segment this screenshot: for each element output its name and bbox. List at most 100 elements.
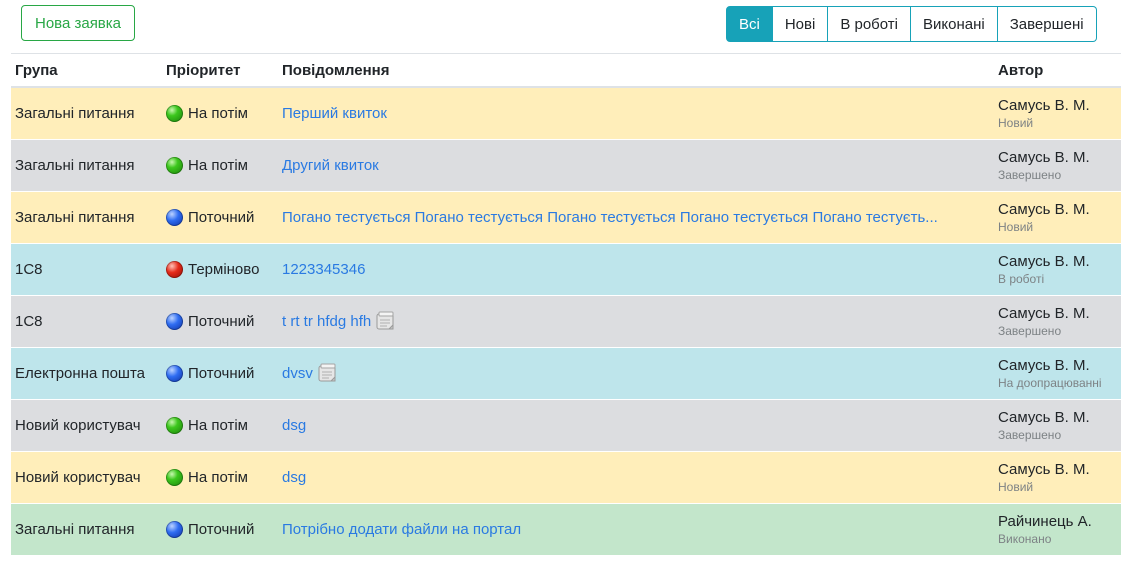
column-header-priority[interactable]: Пріоритет [162, 54, 278, 88]
filter-done-button[interactable]: Виконані [911, 6, 998, 42]
green-ball-icon [166, 416, 183, 434]
column-header-message[interactable]: Повідомлення [278, 54, 994, 88]
priority-cell: Поточний [162, 346, 278, 399]
blue-ball-icon [166, 520, 183, 538]
status-label: Новий [998, 115, 1034, 130]
status-label: В роботі [998, 271, 1045, 286]
column-header-author[interactable]: Автор [994, 54, 1121, 88]
priority-label: Поточний [188, 364, 255, 382]
status-label: Завершено [998, 427, 1062, 442]
author-cell: Самусь В. М. Завершено [994, 138, 1121, 191]
message-cell: dsg [278, 450, 994, 503]
priority-label: Поточний [188, 312, 255, 330]
message-cell: Погано тестується Погано тестується Пога… [278, 190, 994, 243]
author-cell: Самусь В. М. Новий [994, 450, 1121, 503]
message-link[interactable]: t rt tr hfdg hfh [282, 313, 371, 330]
table-row[interactable]: Новий користувач На потім dsg Самусь В. … [11, 450, 1121, 503]
status-label: Завершено [998, 323, 1062, 338]
author-name: Самусь В. М. [998, 304, 1090, 322]
filter-in-progress-button[interactable]: В роботі [828, 6, 911, 42]
table-body: Загальні питання На потім Перший квиток … [11, 86, 1121, 555]
priority-label: На потім [188, 104, 248, 122]
message-link[interactable]: Перший квиток [282, 105, 387, 122]
message-link[interactable]: Потрібно додати файли на портал [282, 521, 521, 538]
green-ball-icon [166, 156, 183, 174]
column-header-group[interactable]: Група [11, 54, 162, 88]
status-label: Новий [998, 479, 1034, 494]
filter-all-button[interactable]: Всі [726, 6, 773, 42]
group-cell: Загальні питання [11, 138, 162, 191]
author-name: Самусь В. М. [998, 200, 1090, 218]
author-cell: Райчинець А. Виконано [994, 502, 1121, 555]
filter-closed-button[interactable]: Завершені [997, 6, 1097, 42]
message-link[interactable]: dsg [282, 469, 306, 486]
message-cell: dsg [278, 398, 994, 451]
author-name: Самусь В. М. [998, 148, 1090, 166]
tickets-table: Група Пріоритет Повідомлення Автор Загал… [11, 54, 1121, 555]
author-name: Самусь В. М. [998, 408, 1090, 426]
table-row[interactable]: Загальні питання На потім Другий квиток … [11, 138, 1121, 191]
message-link[interactable]: dvsv [282, 365, 313, 382]
priority-label: На потім [188, 468, 248, 486]
status-label: На доопрацюванні [998, 375, 1102, 390]
priority-label: Поточний [188, 520, 255, 538]
status-label: Виконано [998, 531, 1052, 546]
status-filter-group: Всі Нові В роботі Виконані Завершені [726, 6, 1097, 42]
group-label: Загальні питання [15, 104, 135, 122]
table-row[interactable]: Новий користувач На потім dsg Самусь В. … [11, 398, 1121, 451]
author-cell: Самусь В. М. На доопрацюванні [994, 346, 1121, 399]
message-cell: 1223345346 [278, 242, 994, 295]
group-cell: Новий користувач [11, 398, 162, 451]
priority-cell: На потім [162, 450, 278, 503]
status-label: Новий [998, 219, 1034, 234]
author-name: Самусь В. М. [998, 252, 1090, 270]
priority-label: На потім [188, 156, 248, 174]
message-link[interactable]: dsg [282, 417, 306, 434]
group-label: Загальні питання [15, 208, 135, 226]
message-cell: t rt tr hfdg hfh [278, 294, 994, 347]
author-cell: Самусь В. М. Новий [994, 190, 1121, 243]
group-cell: 1С8 [11, 242, 162, 295]
group-cell: Загальні питання [11, 190, 162, 243]
attachment-icon[interactable] [375, 311, 397, 331]
group-cell: Електронна пошта [11, 346, 162, 399]
blue-ball-icon [166, 208, 183, 226]
group-label: Електронна пошта [15, 364, 146, 382]
group-cell: 1С8 [11, 294, 162, 347]
table-row[interactable]: Загальні питання Поточний Погано тестуєт… [11, 190, 1121, 243]
priority-cell: На потім [162, 398, 278, 451]
author-cell: Самусь В. М. В роботі [994, 242, 1121, 295]
blue-ball-icon [166, 364, 183, 382]
priority-cell: Поточний [162, 502, 278, 555]
author-cell: Самусь В. М. Завершено [994, 398, 1121, 451]
table-row[interactable]: 1С8 Поточний t rt tr hfdg hfh Самусь В. … [11, 294, 1121, 347]
filter-new-button[interactable]: Нові [772, 6, 829, 42]
priority-cell: Поточний [162, 294, 278, 347]
priority-cell: Поточний [162, 190, 278, 243]
priority-label: На потім [188, 416, 248, 434]
attachment-icon[interactable] [317, 363, 339, 383]
table-row[interactable]: 1С8 Терміново 1223345346 Самусь В. М. В … [11, 242, 1121, 295]
author-name: Самусь В. М. [998, 356, 1090, 374]
author-name: Самусь В. М. [998, 96, 1090, 114]
green-ball-icon [166, 468, 183, 486]
table-row[interactable]: Загальні питання На потім Перший квиток … [11, 86, 1121, 139]
table-row[interactable]: Електронна пошта Поточний dvsv Самусь В.… [11, 346, 1121, 399]
table-header-row: Група Пріоритет Повідомлення Автор [11, 54, 1121, 88]
green-ball-icon [166, 104, 183, 122]
message-link[interactable]: Погано тестується Погано тестується Пога… [282, 209, 938, 226]
new-request-button[interactable]: Нова заявка [21, 5, 135, 41]
priority-cell: На потім [162, 138, 278, 191]
author-name: Райчинець А. [998, 512, 1092, 530]
group-label: Загальні питання [15, 156, 135, 174]
group-label: Новий користувач [15, 468, 141, 486]
group-cell: Загальні питання [11, 502, 162, 555]
priority-label: Терміново [188, 260, 260, 278]
message-cell: Потрібно додати файли на портал [278, 502, 994, 555]
message-link[interactable]: Другий квиток [282, 157, 379, 174]
group-cell: Загальні питання [11, 86, 162, 139]
table-row[interactable]: Загальні питання Поточний Потрібно додат… [11, 502, 1121, 555]
group-label: 1С8 [15, 312, 43, 330]
message-link[interactable]: 1223345346 [282, 261, 365, 278]
red-ball-icon [166, 260, 183, 278]
